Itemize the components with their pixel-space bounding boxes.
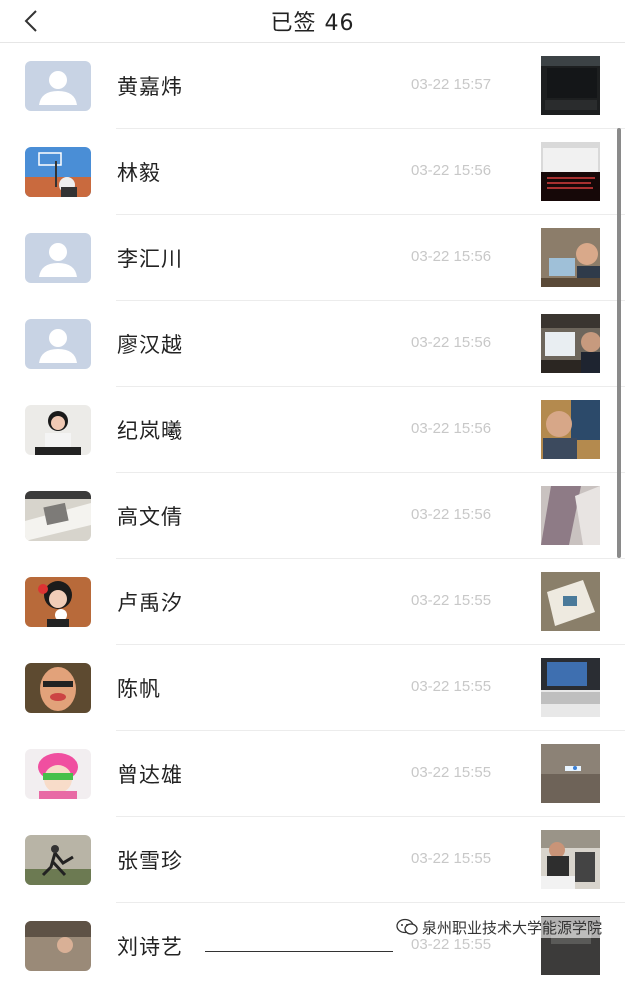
student-name: 黄嘉炜 [117,75,183,99]
signin-photo[interactable] [541,486,600,545]
student-name: 卢禹汐 [117,591,183,615]
avatar-girl-flower [25,577,91,627]
signin-photo[interactable] [541,400,600,459]
signin-time: 03-22 15:55 [411,678,492,695]
signin-photo[interactable] [541,314,600,373]
list-item[interactable]: 林毅 03-22 15:56 [0,129,625,215]
avatar-anime [25,749,91,799]
avatar-funny-face [25,663,91,713]
avatar-default [25,61,91,111]
signin-time: 03-22 15:56 [411,506,492,523]
signin-photo[interactable] [541,228,600,287]
avatar-default [25,233,91,283]
student-name: 廖汉越 [117,333,183,357]
signin-photo[interactable] [541,572,600,631]
signin-time: 03-22 15:55 [411,592,492,609]
list-item[interactable]: 纪岚曦 03-22 15:56 [0,387,625,473]
signin-time: 03-22 15:55 [411,850,492,867]
list-item[interactable]: 李汇川 03-22 15:56 [0,215,625,301]
list-item[interactable]: 张雪珍 03-22 15:55 [0,817,625,903]
student-name: 林毅 [117,161,161,185]
signin-list: 黄嘉炜 03-22 15:57 林毅 03-22 15:56 李汇川 03-22… [0,43,625,989]
avatar-outdoor [25,921,91,971]
signin-time: 03-22 15:56 [411,162,492,179]
signin-photo[interactable] [541,56,600,115]
list-item[interactable]: 卢禹汐 03-22 15:55 [0,559,625,645]
student-name: 陈帆 [117,677,161,701]
signin-photo[interactable] [541,658,600,717]
signin-photo[interactable] [541,744,600,803]
wechat-icon [396,918,418,935]
page-title: 已签 46 [270,11,355,36]
avatar-portrait [25,405,91,455]
signin-photo[interactable] [541,142,600,201]
avatar-paper [25,491,91,541]
student-name: 刘诗艺 [117,935,183,959]
list-item[interactable]: 高文倩 03-22 15:56 [0,473,625,559]
signin-time: 03-22 15:55 [411,764,492,781]
avatar-dance [25,835,91,885]
header-bar: 已签 46 [0,0,625,43]
student-name: 曾达雄 [117,763,183,787]
list-item[interactable]: 黄嘉炜 03-22 15:57 [0,43,625,129]
student-name: 高文倩 [117,505,183,529]
signin-photo[interactable] [541,830,600,889]
student-name: 纪岚曦 [117,419,183,443]
list-item[interactable]: 陈帆 03-22 15:55 [0,645,625,731]
list-item[interactable]: 廖汉越 03-22 15:56 [0,301,625,387]
student-name: 张雪珍 [117,849,183,873]
signin-time: 03-22 15:56 [411,248,492,265]
scrollbar[interactable] [617,128,621,558]
list-item[interactable]: 曾达雄 03-22 15:55 [0,731,625,817]
watermark: 泉州职业技术大学能源学院 [396,916,603,938]
watermark-text: 泉州职业技术大学能源学院 [422,916,603,938]
signin-time: 03-22 15:56 [411,420,492,437]
student-name: 李汇川 [117,247,183,271]
signin-time: 03-22 15:57 [411,76,492,93]
underline-decoration [205,951,393,952]
avatar-basketball [25,147,91,197]
signin-time: 03-22 15:55 [411,936,492,953]
signin-time: 03-22 15:56 [411,334,492,351]
avatar-default [25,319,91,369]
